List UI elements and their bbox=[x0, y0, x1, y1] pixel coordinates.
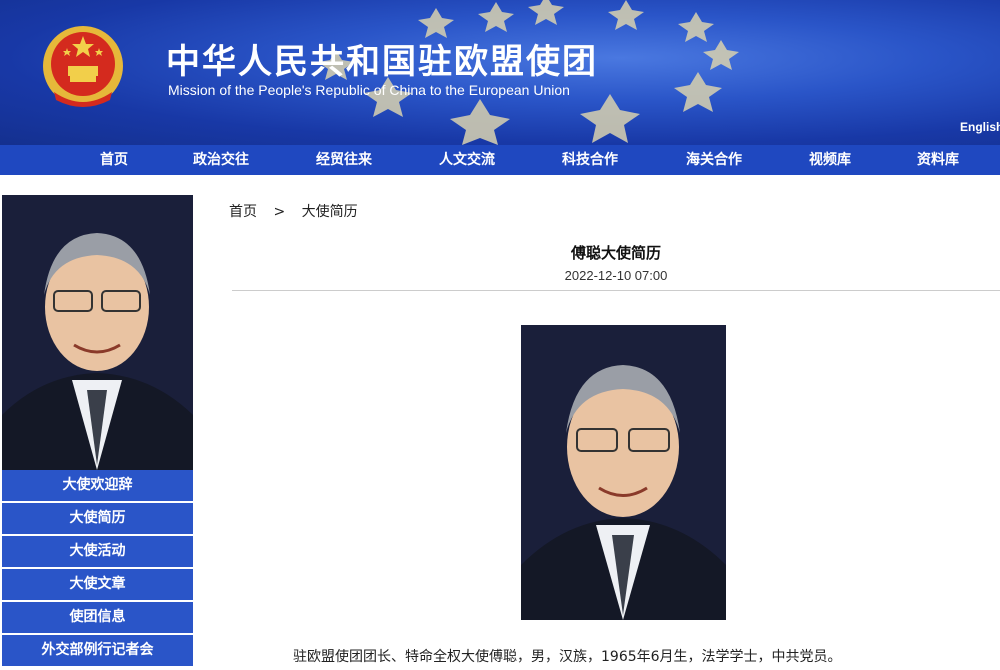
sidebar-item-articles[interactable]: 大使文章 bbox=[2, 569, 193, 600]
nav-item-trade[interactable]: 经贸往来 bbox=[316, 145, 372, 175]
sidebar-item-welcome[interactable]: 大使欢迎辞 bbox=[2, 470, 193, 501]
sidebar-item-press-conference[interactable]: 外交部例行记者会 bbox=[2, 635, 193, 666]
nav-item-resources[interactable]: 资料库 bbox=[917, 145, 959, 175]
nav-item-culture[interactable]: 人文交流 bbox=[439, 145, 495, 175]
national-emblem-logo bbox=[43, 26, 123, 107]
nav-item-home[interactable]: 首页 bbox=[100, 145, 128, 175]
sidebar: 大使欢迎辞 大使简历 大使活动 大使文章 使团信息 外交部例行记者会 bbox=[0, 195, 193, 668]
article-title: 傅聪大使简历 bbox=[570, 244, 661, 262]
breadcrumb-home-link[interactable]: 首页 bbox=[229, 204, 257, 220]
site-subtitle: Mission of the People's Republic of Chin… bbox=[168, 82, 570, 98]
ambassador-portrait-main bbox=[521, 325, 726, 620]
sidebar-item-mission-info[interactable]: 使团信息 bbox=[2, 602, 193, 633]
nav-item-video[interactable]: 视频库 bbox=[809, 145, 851, 175]
main-nav: 首页 政治交往 经贸往来 人文交流 科技合作 海关合作 视频库 资料库 bbox=[0, 145, 1000, 175]
english-language-link[interactable]: English bbox=[960, 120, 1000, 134]
article-date: 2022-12-10 07:00 bbox=[564, 268, 668, 283]
breadcrumb: 首页 > 大使简历 bbox=[229, 201, 370, 221]
breadcrumb-current: 大使简历 bbox=[301, 204, 358, 220]
site-title: 中华人民共和国驻欧盟使团 bbox=[166, 42, 598, 82]
article-divider bbox=[232, 290, 1000, 291]
article-paragraph: 驻欧盟使团团长、特命全权大使傅聪，男，汉族，1965年6月生，法学学士，中共党员… bbox=[293, 649, 842, 665]
nav-item-politics[interactable]: 政治交往 bbox=[193, 145, 249, 175]
site-header: 中华人民共和国驻欧盟使团 Mission of the People's Rep… bbox=[0, 0, 1000, 145]
breadcrumb-separator: > bbox=[273, 204, 286, 220]
ambassador-portrait-sidebar bbox=[2, 195, 193, 470]
nav-item-customs[interactable]: 海关合作 bbox=[686, 145, 742, 175]
nav-item-science[interactable]: 科技合作 bbox=[562, 145, 618, 175]
sidebar-item-activities[interactable]: 大使活动 bbox=[2, 536, 193, 567]
sidebar-item-biography[interactable]: 大使简历 bbox=[2, 503, 193, 534]
